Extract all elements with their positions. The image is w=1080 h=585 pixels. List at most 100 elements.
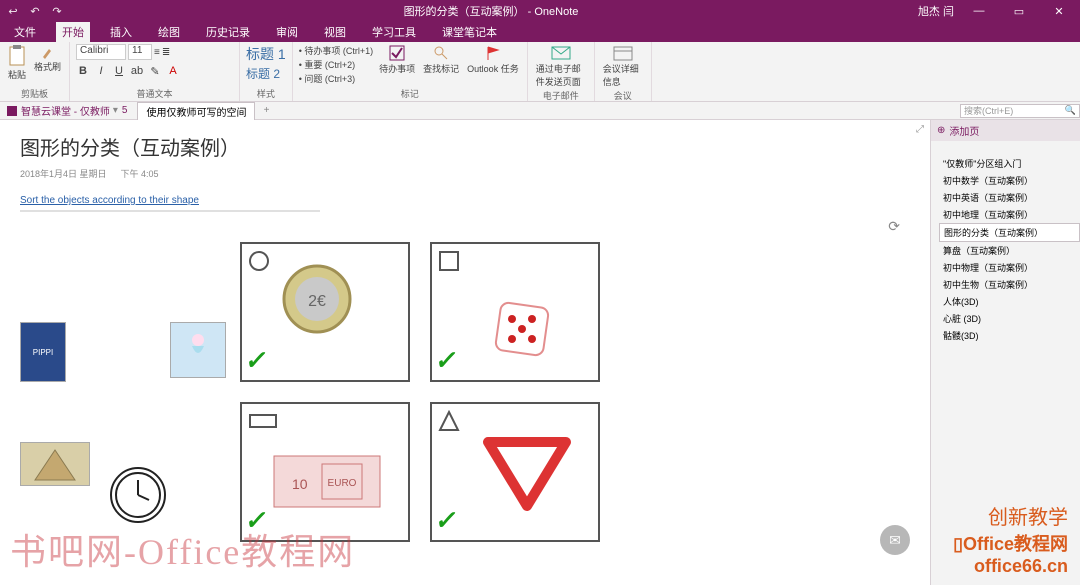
paste-button[interactable]: 粘贴 (6, 44, 28, 82)
plus-icon: ⊕ (937, 125, 945, 136)
divider (20, 210, 320, 212)
page-sidebar: ⊕ 添加页 "仅教师"分区组入门初中数学（互动案例）初中英语（互动案例）初中地理… (930, 120, 1080, 585)
bullet-list-icon[interactable]: ≡ (154, 47, 160, 58)
thumb-pyramid[interactable] (20, 442, 90, 486)
obj-banknote[interactable]: 10 EURO (272, 454, 382, 509)
calendar-icon (613, 45, 633, 61)
notebook-row: 智慧云课堂 - 仅教师 ▾ 5 使用仅教师可写的空间 + 搜索(Ctrl+E) … (0, 102, 1080, 120)
font-color-button[interactable]: A (166, 65, 180, 78)
thumb-clock[interactable] (110, 467, 166, 523)
title-bar: ↩ ↶ ↷ 图形的分类（互动案例） - OneNote 旭杰 闫 — ▭ ✕ (0, 0, 1080, 22)
tab-home[interactable]: 开始 (56, 22, 90, 42)
minimize-button[interactable]: — (964, 5, 994, 17)
page-title[interactable]: 图形的分类（互动案例） (20, 132, 910, 161)
tab-file[interactable]: 文件 (8, 22, 42, 42)
thumb-frozen[interactable] (170, 322, 226, 378)
page-canvas[interactable]: ⤢ 图形的分类（互动案例） 2018年1月4日 星期日 下午 4:05 Sort… (0, 120, 930, 585)
thumb-pippi-book[interactable]: PIPPI (20, 322, 66, 382)
strike-button[interactable]: ab (130, 65, 144, 78)
ribbon: 粘贴 格式刷 剪贴板 Calibri 11 ≡ ≣ B I U ab ✎ A (0, 42, 1080, 102)
triangle-hint-icon (438, 410, 460, 432)
page-date: 2018年1月4日 星期日 下午 4:05 (20, 167, 910, 180)
underline-button[interactable]: U (112, 65, 126, 78)
tab-class[interactable]: 课堂笔记本 (436, 22, 503, 42)
section-count: 5 (122, 105, 128, 116)
check-icon: ✓ (433, 505, 460, 536)
restore-button[interactable]: ▭ (1004, 5, 1034, 18)
obj-euro-coin[interactable]: 2€ (282, 264, 352, 334)
bold-button[interactable]: B (76, 65, 90, 78)
font-size-select[interactable]: 11 (128, 44, 152, 60)
tag-gallery[interactable]: 待办事项 (Ctrl+1) 重要 (Ctrl+2) 问题 (Ctrl+3) (299, 44, 373, 85)
font-name-select[interactable]: Calibri (76, 44, 126, 60)
sidebar-page-item[interactable]: 骷髅(3D) (939, 327, 1080, 344)
tab-draw[interactable]: 绘图 (152, 22, 186, 42)
dropbox-triangle[interactable]: ✓ (430, 402, 600, 542)
svg-text:EURO: EURO (328, 478, 357, 489)
meeting-details-button[interactable]: 会议详细信息 (601, 44, 645, 89)
sidebar-page-item[interactable]: "仅教师"分区组入门 (939, 155, 1080, 172)
wechat-icon: ✉ (880, 525, 910, 555)
highlight-button[interactable]: ✎ (148, 65, 162, 78)
rectangle-hint-icon (248, 410, 278, 432)
tab-insert[interactable]: 插入 (104, 22, 138, 42)
tab-history[interactable]: 历史记录 (200, 22, 256, 42)
italic-button[interactable]: I (94, 65, 108, 78)
obj-dice[interactable] (492, 299, 552, 359)
back-icon[interactable]: ↩ (6, 4, 20, 18)
section-tab[interactable]: 使用仅教师可写的空间 (137, 102, 255, 120)
sidebar-page-item[interactable]: 初中数学（互动案例） (939, 172, 1080, 189)
check-icon: ✓ (243, 505, 270, 536)
ribbon-tabs: 文件 开始 插入 绘图 历史记录 审阅 视图 学习工具 课堂笔记本 (0, 22, 1080, 42)
brush-icon (41, 45, 55, 59)
email-icon (551, 45, 571, 61)
search-tag-icon (433, 45, 449, 61)
sidebar-page-item[interactable]: 初中生物（互动案例） (939, 276, 1080, 293)
clipboard-icon (8, 45, 26, 67)
add-page-button[interactable]: ⊕ 添加页 (931, 120, 1080, 141)
sidebar-page-item[interactable]: 初中地理（互动案例） (939, 206, 1080, 223)
sidebar-page-item[interactable]: 图形的分类（互动案例） (939, 223, 1080, 242)
dropbox-circle[interactable]: 2€ ✓ (240, 242, 410, 382)
dropbox-rectangle[interactable]: 10 EURO ✓ (240, 402, 410, 542)
search-input[interactable]: 搜索(Ctrl+E) 🔍 (960, 104, 1080, 118)
find-tags-button[interactable]: 查找标记 (421, 44, 461, 76)
notebook-icon (6, 105, 18, 117)
number-list-icon[interactable]: ≣ (162, 47, 170, 58)
todo-button[interactable]: 待办事项 (377, 44, 417, 76)
svg-text:10: 10 (292, 476, 308, 492)
sidebar-page-item[interactable]: 初中英语（互动案例） (939, 189, 1080, 206)
sidebar-page-item[interactable]: 心脏 (3D) (939, 310, 1080, 327)
group-label-font: 普通文本 (76, 87, 233, 101)
add-section-button[interactable]: + (259, 105, 273, 116)
group-label-meetings: 会议 (601, 89, 645, 103)
obj-yield-sign[interactable] (482, 434, 572, 514)
group-label-email: 电子邮件 (534, 89, 588, 103)
checkbox-icon (389, 45, 405, 61)
outlook-tasks-button[interactable]: Outlook 任务 (465, 44, 521, 76)
square-hint-icon (438, 250, 460, 272)
notebook-selector[interactable]: 智慧云课堂 - 仅教师 ▾ (6, 103, 118, 118)
tab-learn[interactable]: 学习工具 (366, 22, 422, 42)
user-name[interactable]: 旭杰 闫 (918, 3, 954, 19)
email-page-button[interactable]: 通过电子邮件发送页面 (534, 44, 588, 89)
sidebar-page-item[interactable]: 算盘（互动案例） (939, 242, 1080, 259)
group-label-clipboard: 剪贴板 (6, 87, 63, 101)
activity-link[interactable]: Sort the objects according to their shap… (20, 195, 199, 206)
close-button[interactable]: ✕ (1044, 5, 1074, 18)
style-heading1[interactable]: 标题 1 (246, 44, 286, 64)
tab-review[interactable]: 审阅 (270, 22, 304, 42)
tab-view[interactable]: 视图 (318, 22, 352, 42)
expand-icon[interactable]: ⤢ (916, 124, 924, 135)
refresh-icon[interactable]: ⟳ (888, 218, 900, 235)
dropbox-square[interactable]: ✓ (430, 242, 600, 382)
sidebar-page-item[interactable]: 初中物理（互动案例） (939, 259, 1080, 276)
svg-text:2€: 2€ (308, 293, 326, 310)
sidebar-page-item[interactable]: 人体(3D) (939, 293, 1080, 310)
undo-icon[interactable]: ↶ (28, 4, 42, 18)
format-painter-button[interactable]: 格式刷 (32, 44, 63, 74)
window-title: 图形的分类（互动案例） - OneNote (64, 3, 918, 19)
style-heading2[interactable]: 标题 2 (246, 65, 286, 82)
check-icon: ✓ (433, 345, 460, 376)
redo-icon[interactable]: ↷ (50, 4, 64, 18)
